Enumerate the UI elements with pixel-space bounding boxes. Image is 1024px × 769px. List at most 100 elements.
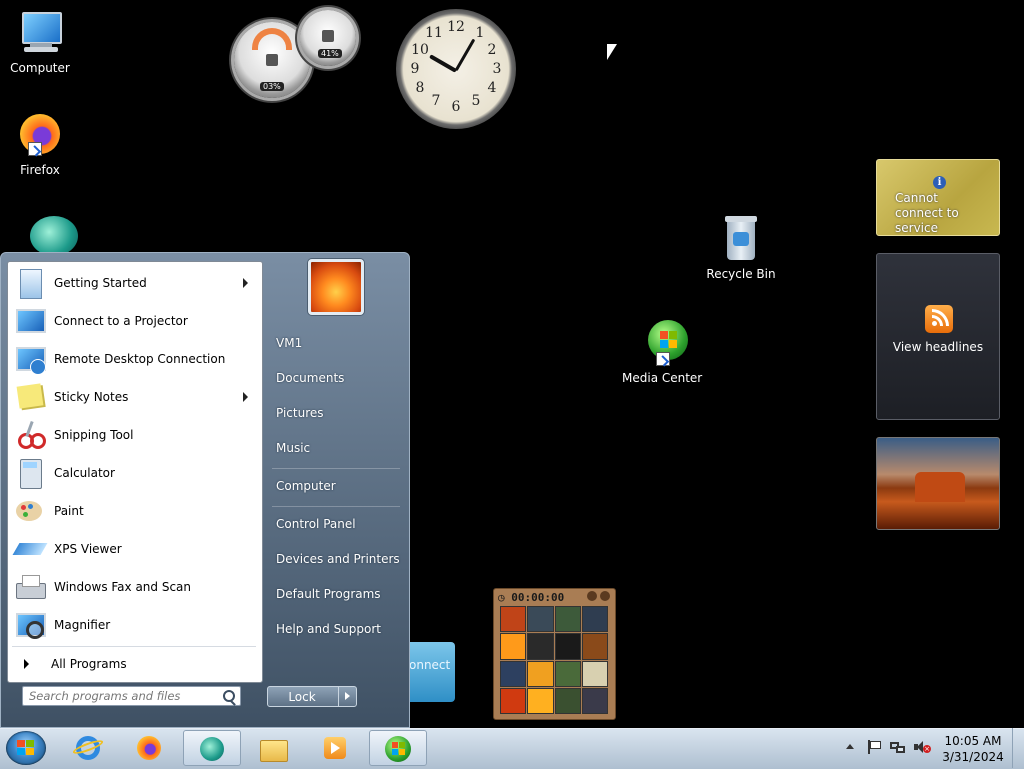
- fax-icon: [14, 571, 46, 603]
- clock-number: 5: [471, 93, 481, 109]
- menu-item-label: Sticky Notes: [54, 390, 129, 404]
- clock-number: 6: [451, 99, 461, 115]
- folder-icon: [259, 734, 288, 762]
- menu-item-magnifier[interactable]: Magnifier: [10, 606, 260, 644]
- start-button[interactable]: [6, 731, 46, 765]
- cpu-gauge: 03%: [234, 22, 310, 98]
- menu-item-calculator[interactable]: Calculator: [10, 454, 260, 492]
- clock-hour-hand: [429, 54, 457, 73]
- menu-divider: [272, 506, 400, 507]
- clock-number: 12: [447, 19, 465, 35]
- start-menu: Getting Started Connect to a Projector R…: [0, 252, 410, 728]
- desktop-icon-label: Computer: [10, 61, 70, 75]
- menu-divider: [272, 468, 400, 469]
- menu-item-remote-desktop[interactable]: Remote Desktop Connection: [10, 340, 260, 378]
- menu-item-music[interactable]: Music: [276, 441, 310, 455]
- sticky-notes-icon: [14, 381, 46, 413]
- taskbar-active-app[interactable]: [183, 730, 241, 766]
- menu-item-fax-scan[interactable]: Windows Fax and Scan: [10, 568, 260, 606]
- shutdown-options-arrow-icon[interactable]: [338, 687, 357, 706]
- calculator-icon: [14, 457, 46, 489]
- puzzle-grid[interactable]: [500, 606, 608, 714]
- menu-item-devices-printers[interactable]: Devices and Printers: [276, 552, 400, 566]
- projector-icon: [14, 305, 46, 337]
- menu-item-computer[interactable]: Computer: [276, 479, 336, 493]
- taskbar-time: 10:05 AM: [944, 734, 1002, 748]
- desktop-icon-media-center[interactable]: Media Center: [622, 320, 702, 385]
- show-hidden-icons-icon[interactable]: [846, 744, 854, 749]
- menu-item-connect-projector[interactable]: Connect to a Projector: [10, 302, 260, 340]
- menu-item-label: Snipping Tool: [54, 428, 134, 442]
- all-programs-button[interactable]: All Programs: [10, 650, 260, 678]
- remote-desktop-icon: [14, 343, 46, 375]
- menu-item-label: Connect to a Projector: [54, 314, 188, 328]
- taskbar-internet-explorer[interactable]: [60, 730, 118, 766]
- menu-item-paint[interactable]: Paint: [10, 492, 260, 530]
- memory-gauge-gadget[interactable]: 41%: [300, 10, 356, 66]
- submenu-arrow-icon: [243, 278, 248, 288]
- taskbar-clock[interactable]: 10:05 AM 3/31/2024: [942, 733, 1004, 765]
- menu-item-snipping-tool[interactable]: Snipping Tool: [10, 416, 260, 454]
- menu-item-xps-viewer[interactable]: XPS Viewer: [10, 530, 260, 568]
- globe-icon: [198, 735, 226, 763]
- taskbar-media-player[interactable]: [307, 730, 365, 766]
- volume-muted-icon[interactable]: ×: [914, 740, 932, 754]
- clock-number: 3: [492, 61, 502, 77]
- taskbar-windows-explorer[interactable]: [245, 730, 303, 766]
- user-picture[interactable]: [308, 259, 364, 315]
- action-center-flag-icon[interactable]: [866, 740, 881, 754]
- lock-button[interactable]: Lock: [267, 686, 357, 707]
- taskbar-media-center[interactable]: [369, 730, 427, 766]
- weather-gadget[interactable]: i Cannot connect to service: [876, 159, 1000, 236]
- search-placeholder: Search programs and files: [29, 689, 181, 703]
- slideshow-image: [915, 472, 965, 502]
- show-desktop-button[interactable]: [1012, 728, 1024, 768]
- shortcut-arrow-icon: [656, 352, 670, 366]
- shortcut-arrow-icon: [28, 142, 42, 156]
- cpu-meter-gadget[interactable]: 03%: [234, 22, 310, 98]
- media-center-icon: [384, 735, 412, 763]
- media-player-icon: [321, 734, 349, 762]
- mouse-cursor-icon: [607, 44, 617, 60]
- menu-item-control-panel[interactable]: Control Panel: [276, 517, 356, 531]
- menu-item-pictures[interactable]: Pictures: [276, 406, 324, 420]
- clock-gadget[interactable]: 12 1 2 3 4 5 6 7 8 9 10 11: [396, 9, 516, 129]
- memory-readout: 41%: [318, 49, 342, 58]
- taskbar-firefox[interactable]: [121, 730, 179, 766]
- desktop-icon-computer[interactable]: Computer: [0, 10, 80, 75]
- expand-arrow-icon: [24, 659, 29, 669]
- connect-gadget-partial[interactable]: onnect: [405, 642, 455, 702]
- menu-item-label: XPS Viewer: [54, 542, 122, 556]
- help-icon[interactable]: [587, 591, 597, 601]
- menu-item-user-folder[interactable]: VM1: [276, 336, 302, 350]
- menu-item-getting-started[interactable]: Getting Started: [10, 264, 260, 302]
- computer-icon: [16, 10, 64, 58]
- desktop-icon-label: Recycle Bin: [706, 267, 776, 281]
- menu-item-label: Magnifier: [54, 618, 111, 632]
- network-icon[interactable]: [890, 740, 906, 754]
- menu-item-documents[interactable]: Documents: [276, 371, 344, 385]
- menu-item-sticky-notes[interactable]: Sticky Notes: [10, 378, 260, 416]
- feed-headlines-label[interactable]: View headlines: [877, 340, 999, 354]
- submenu-arrow-icon: [243, 392, 248, 402]
- clock-minute-hand: [454, 38, 476, 72]
- menu-item-label: Paint: [54, 504, 84, 518]
- clock-number: 10: [411, 42, 429, 58]
- menu-item-help-support[interactable]: Help and Support: [276, 622, 381, 636]
- desktop-icon-recycle-bin[interactable]: Recycle Bin: [701, 216, 781, 281]
- firefox-icon: [135, 734, 163, 762]
- options-icon[interactable]: [600, 591, 610, 601]
- feed-headlines-gadget[interactable]: View headlines: [876, 253, 1000, 420]
- search-icon[interactable]: [223, 690, 235, 702]
- search-programs-input[interactable]: Search programs and files: [22, 686, 241, 706]
- desktop-icon-firefox[interactable]: Firefox: [0, 112, 80, 177]
- slideshow-gadget[interactable]: [876, 437, 1000, 530]
- menu-item-label: Remote Desktop Connection: [54, 352, 226, 366]
- getting-started-icon: [14, 267, 46, 299]
- programs-pane: Getting Started Connect to a Projector R…: [7, 261, 263, 683]
- menu-item-default-programs[interactable]: Default Programs: [276, 587, 381, 601]
- connect-label: onnect: [409, 658, 451, 672]
- media-center-icon: [638, 320, 688, 368]
- picture-puzzle-gadget[interactable]: ◷ 00:00:00: [493, 588, 616, 720]
- memory-gauge: 41%: [300, 10, 356, 66]
